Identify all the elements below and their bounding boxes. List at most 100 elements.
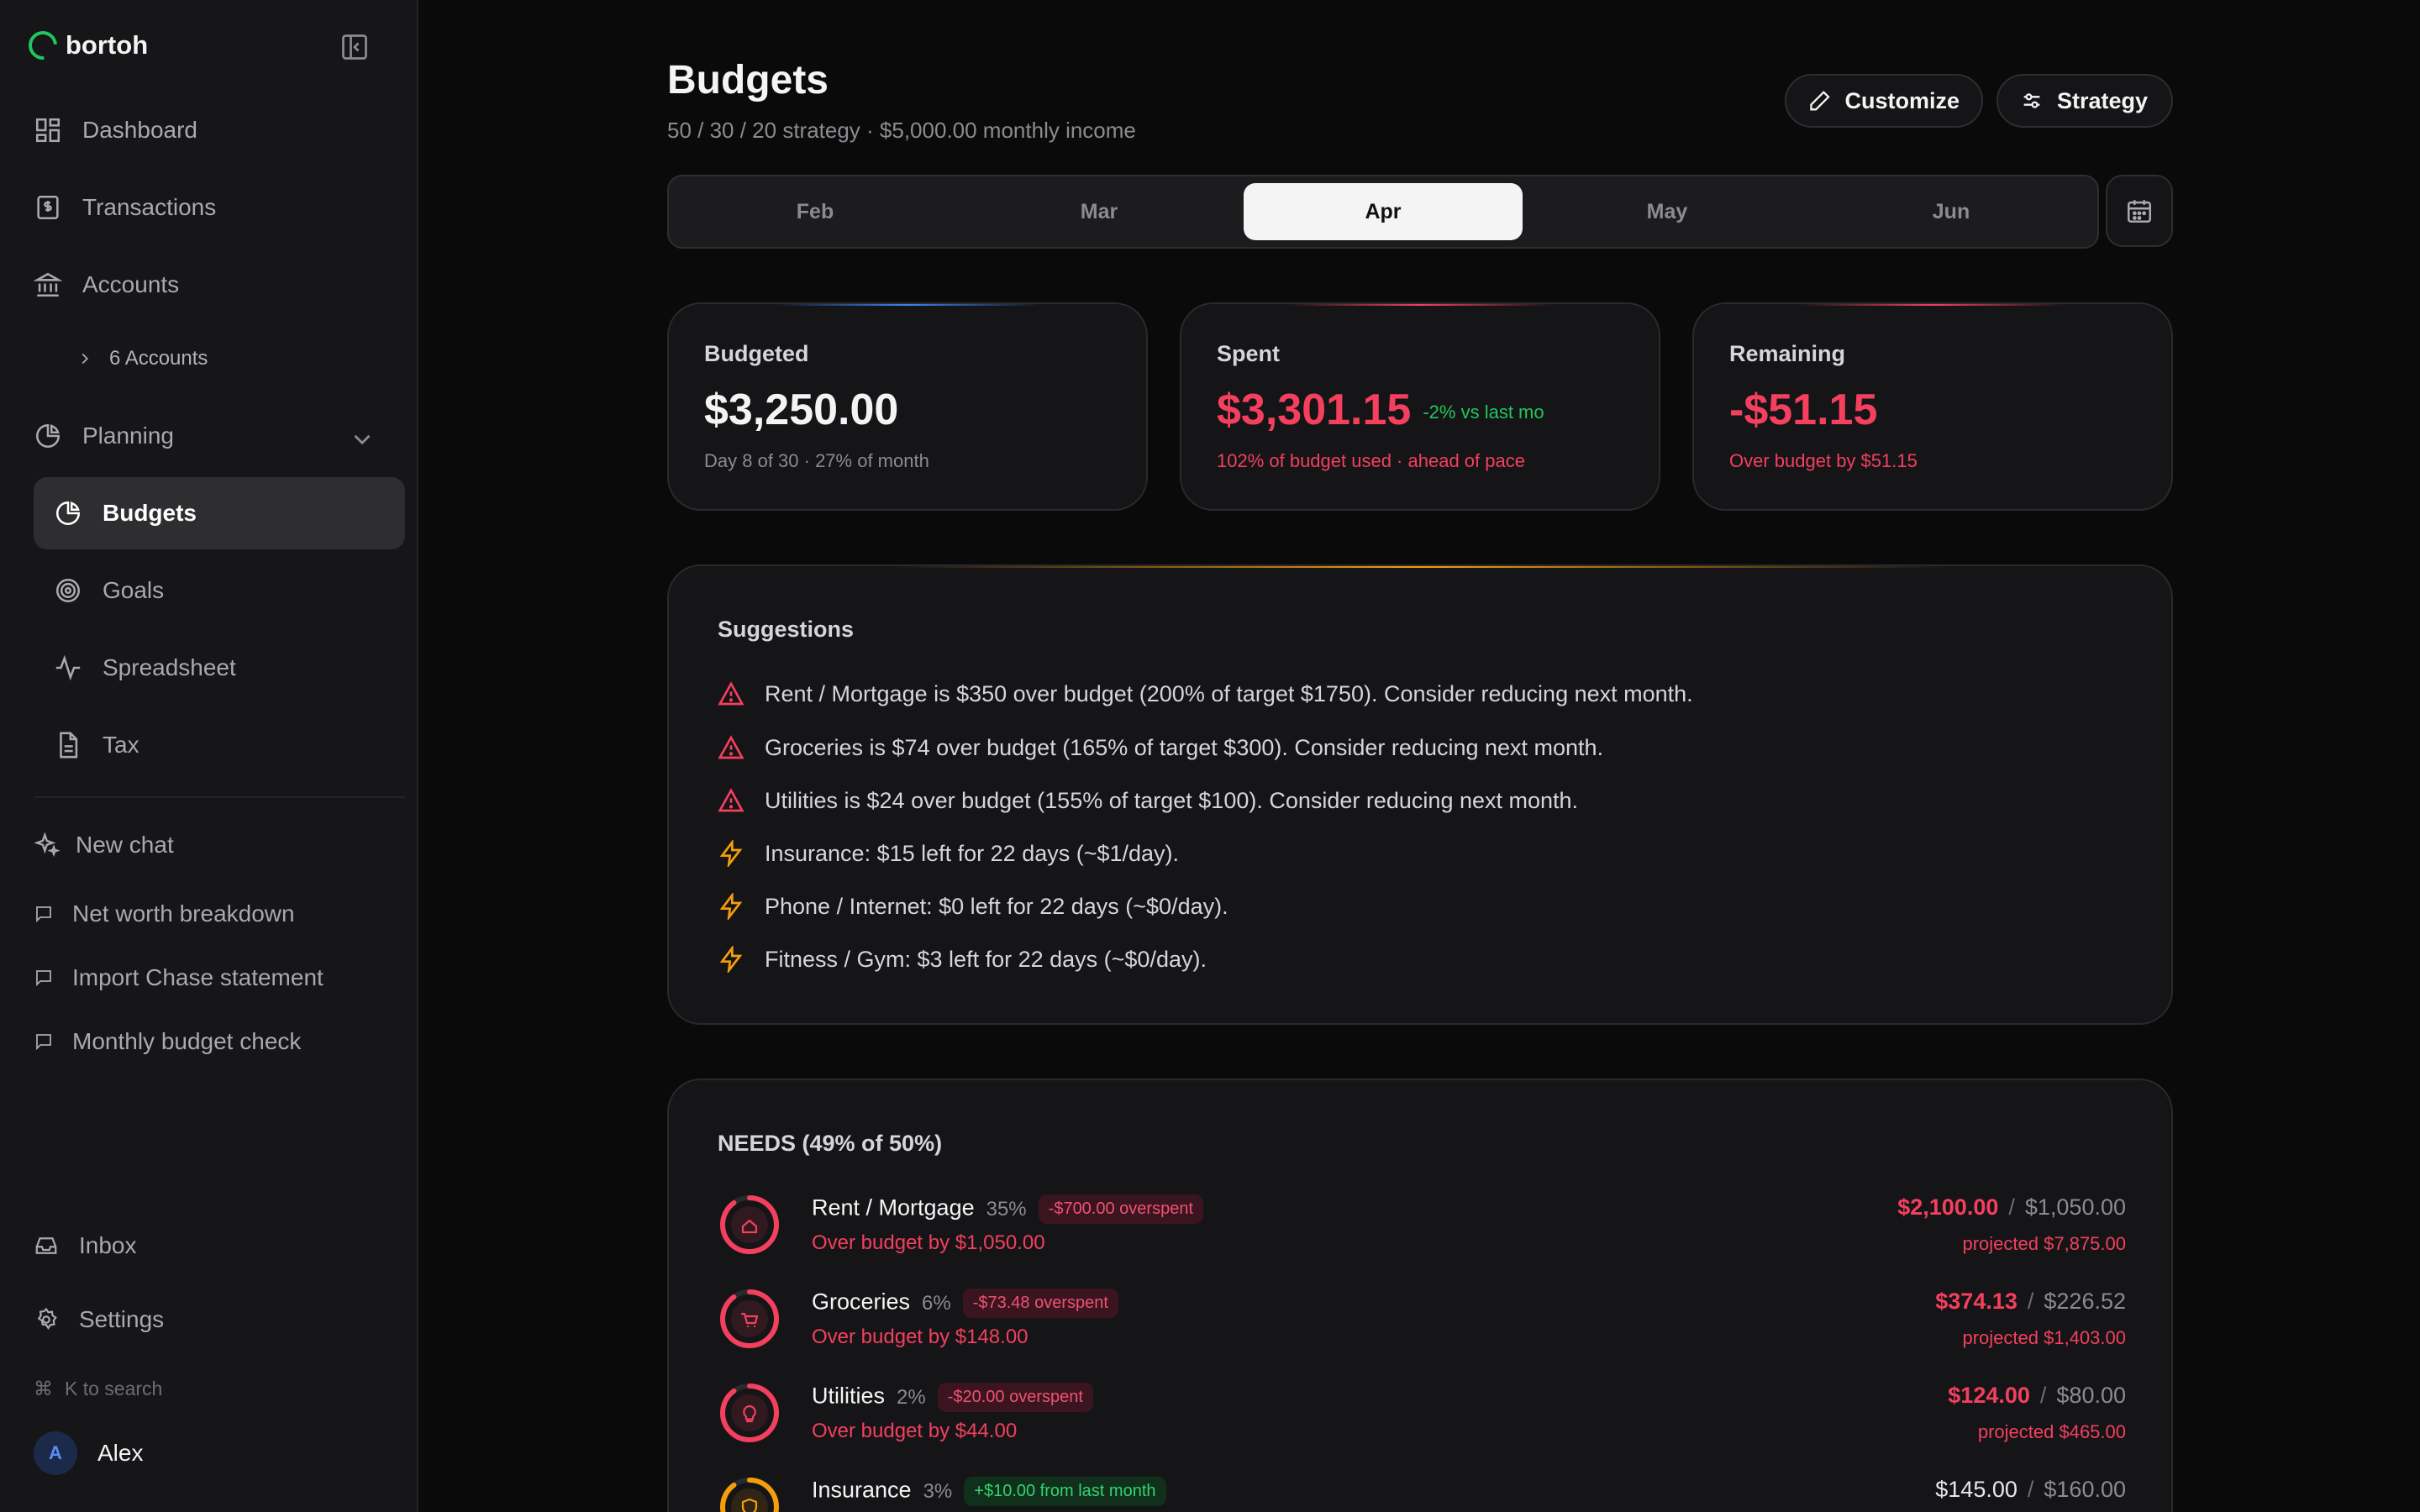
spent-amount: $374.13: [1935, 1289, 2018, 1314]
remaining-card: Remaining -$51.15 Over budget by $51.15: [1692, 302, 2173, 511]
budget-row[interactable]: Insurance 3% +$10.00 from last month $145.…: [718, 1470, 2126, 1512]
new-chat-button[interactable]: New chat: [34, 832, 174, 858]
inbox-icon: [35, 1237, 57, 1254]
card-accent: [1798, 304, 2067, 306]
nav-goals[interactable]: Goals: [34, 554, 405, 627]
sidebar-collapse-icon[interactable]: [339, 32, 370, 62]
spent-amount: $145.00: [1935, 1477, 2018, 1502]
chat-item[interactable]: Import Chase statement: [34, 964, 324, 991]
projected-amount: projected $7,875.00: [1962, 1233, 2127, 1254]
nav-transactions[interactable]: Transactions: [34, 171, 405, 244]
accounts-expander[interactable]: 6 Accounts: [76, 323, 447, 395]
nav-label: Settings: [79, 1306, 165, 1332]
suggestion-item: Rent / Mortgage is $350 over budget (200…: [718, 680, 1693, 707]
sidebar-divider: [34, 796, 405, 798]
customize-label: Customize: [1844, 87, 1960, 113]
tab-month-feb[interactable]: Feb: [676, 183, 955, 240]
progress-ring: [720, 1383, 779, 1442]
category-name: Groceries: [812, 1289, 911, 1315]
pencil-icon: [1810, 91, 1830, 111]
calendar-button[interactable]: [2106, 175, 2173, 247]
chat-item[interactable]: Net worth breakdown: [34, 900, 295, 927]
nav-dashboard[interactable]: Dashboard: [34, 94, 405, 166]
spent-delta: -2% vs last mo: [1423, 402, 1544, 423]
nav-spreadsheet[interactable]: Spreadsheet: [34, 632, 405, 704]
budgeted-value: $3,250.00: [704, 386, 899, 434]
brand[interactable]: bortoh: [23, 25, 149, 66]
receipt-icon: [37, 195, 59, 220]
message-icon: [36, 1034, 51, 1051]
category-line: Groceries 6% -$73.48 overspent: [812, 1289, 1118, 1318]
budget-row[interactable]: Rent / Mortgage 35% -$700.00 overspent Ove…: [718, 1188, 2126, 1272]
warning-icon: [718, 788, 744, 812]
category-name: Utilities: [812, 1383, 886, 1409]
message-icon: [36, 970, 51, 987]
nav-accounts[interactable]: Accounts: [34, 249, 405, 321]
nav-inbox[interactable]: Inbox: [34, 1210, 405, 1282]
category-pct: 35%: [986, 1197, 1027, 1221]
amounts: $145.00 / $160.00: [1935, 1477, 2126, 1503]
nav-budgets[interactable]: Budgets: [34, 477, 405, 549]
message-icon: [36, 906, 51, 923]
tab-month-apr[interactable]: Apr: [1244, 183, 1523, 240]
target-amount: $226.52: [2044, 1289, 2126, 1314]
chevron-right-icon: [82, 353, 89, 365]
page-subtitle: 50 / 30 / 20 strategy · $5,000.00 monthl…: [667, 118, 1136, 143]
nav-label: Tax: [103, 732, 139, 758]
bank-icon: [34, 272, 62, 297]
spent-card: Spent $3,301.15 -2% vs last mo 102% of bu…: [1180, 302, 1660, 511]
month-tabs: Feb Mar Apr May Jun: [667, 175, 2099, 249]
card-accent: [894, 566, 1946, 568]
remaining-label: Remaining: [1729, 341, 1846, 366]
ring-fill: [731, 1300, 768, 1337]
category-pct: 6%: [922, 1291, 951, 1315]
user-profile[interactable]: A Alex: [34, 1431, 143, 1475]
suggestion-text: Insurance: $15 left for 22 days (~$1/day…: [765, 840, 1180, 866]
chat-label: Import Chase statement: [72, 964, 324, 990]
suggestion-item: Fitness / Gym: $3 left for 22 days (~$0/…: [718, 946, 1207, 973]
budgeted-card: Budgeted $3,250.00 Day 8 of 30 · 27% of …: [667, 302, 1148, 511]
projected-amount: projected $1,403.00: [1962, 1327, 2127, 1348]
suggestion-item: Groceries is $74 over budget (165% of ta…: [718, 734, 1603, 761]
nav-tax[interactable]: Tax: [34, 709, 405, 781]
accounts-count: 6 Accounts: [109, 347, 208, 370]
sparkle-icon: [34, 832, 60, 858]
progress-ring: [720, 1289, 779, 1348]
budgeted-label: Budgeted: [704, 341, 809, 366]
budget-row[interactable]: Utilities 2% -$20.00 overspent Over budget…: [718, 1376, 2126, 1460]
app-name: bortoh: [66, 30, 149, 60]
chat-item[interactable]: Monthly budget check: [34, 1028, 301, 1055]
bolt-icon: [719, 840, 743, 867]
remaining-value: -$51.15: [1729, 386, 1878, 434]
search-hint[interactable]: ⌘ K to search: [34, 1378, 162, 1400]
amounts: $2,100.00 / $1,050.00: [1897, 1194, 2126, 1221]
remaining-note: Over budget by $51.15: [1729, 450, 1918, 471]
sidebar: bortoh Dashboard Transactions Accounts 6…: [0, 0, 418, 1512]
tab-month-jun[interactable]: Jun: [1812, 183, 2091, 240]
suggestion-item: Utilities is $24 over budget (155% of ta…: [718, 787, 1578, 814]
spent-amount: $124.00: [1948, 1383, 2030, 1408]
spent-amount: $2,100.00: [1897, 1194, 1999, 1220]
budget-row[interactable]: Groceries 6% -$73.48 overspent Over budget…: [718, 1282, 2126, 1366]
category-line: Insurance 3% +$10.00 from last month: [812, 1477, 1166, 1506]
needs-title: NEEDS (49% of 50%): [718, 1131, 943, 1156]
suggestion-item: Phone / Internet: $0 left for 22 days (~…: [718, 893, 1228, 920]
nav-label: Spreadsheet: [103, 654, 236, 680]
bolt-icon: [719, 893, 743, 920]
status-badge: -$73.48 overspent: [962, 1289, 1118, 1318]
customize-button[interactable]: Customize: [1785, 74, 1983, 128]
suggestion-text: Utilities is $24 over budget (155% of ta…: [765, 787, 1579, 813]
category-status: Over budget by $44.00: [812, 1420, 1018, 1442]
tab-month-mar[interactable]: Mar: [960, 183, 1239, 240]
nav-label: Inbox: [79, 1232, 137, 1258]
nav-planning[interactable]: Planning: [34, 400, 405, 472]
spent-value-row: $3,301.15 -2% vs last mo: [1217, 385, 1544, 435]
amounts: $374.13 / $226.52: [1935, 1289, 2126, 1315]
target-amount: $1,050.00: [2024, 1194, 2126, 1220]
strategy-button[interactable]: Strategy: [1996, 74, 2173, 128]
logo-icon: [23, 25, 63, 66]
tab-month-may[interactable]: May: [1528, 183, 1807, 240]
suggestions-card: Suggestions Rent / Mortgage is $350 over…: [667, 564, 2173, 1025]
warning-icon: [718, 681, 744, 706]
nav-settings[interactable]: Settings: [34, 1284, 405, 1356]
